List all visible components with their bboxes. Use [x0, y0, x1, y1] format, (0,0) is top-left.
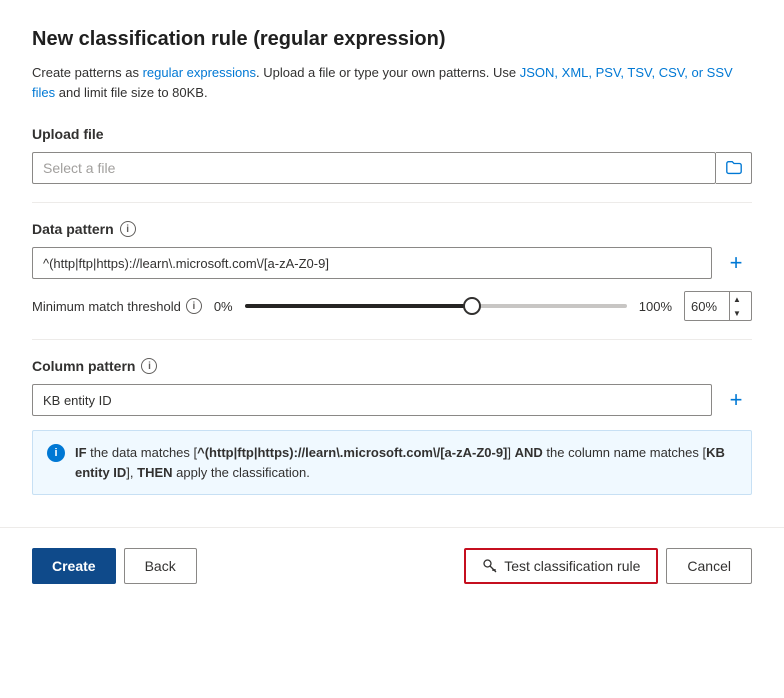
- browse-folder-button[interactable]: [716, 152, 752, 184]
- upload-file-row: [32, 152, 752, 184]
- threshold-arrows: ▲ ▼: [729, 292, 744, 320]
- add-data-pattern-button[interactable]: +: [720, 247, 752, 279]
- column-pattern-label: Column pattern i: [32, 358, 752, 374]
- test-classification-rule-button[interactable]: Test classification rule: [464, 548, 658, 584]
- column-pattern-info-icon[interactable]: i: [141, 358, 157, 374]
- threshold-slider-container: [245, 304, 627, 308]
- data-pattern-row: +: [32, 247, 752, 279]
- threshold-label: Minimum match threshold i: [32, 298, 202, 314]
- upload-file-input[interactable]: [32, 152, 716, 184]
- add-column-pattern-button[interactable]: +: [720, 384, 752, 416]
- footer: Create Back Test classification rule Can…: [0, 527, 784, 600]
- create-button[interactable]: Create: [32, 548, 116, 584]
- folder-icon: [725, 159, 743, 177]
- threshold-min: 0%: [214, 299, 233, 314]
- column-pattern-section: Column pattern i + i IF the data matches…: [32, 358, 752, 495]
- upload-file-label: Upload file: [32, 126, 752, 142]
- divider-2: [32, 339, 752, 340]
- page-title: New classification rule (regular express…: [32, 28, 752, 51]
- cancel-button[interactable]: Cancel: [666, 548, 752, 584]
- threshold-max: 100%: [639, 299, 672, 314]
- info-box: i IF the data matches [^(http|ftp|https)…: [32, 430, 752, 495]
- threshold-info-icon[interactable]: i: [186, 298, 202, 314]
- key-icon: [482, 558, 498, 574]
- test-button-label: Test classification rule: [504, 558, 640, 574]
- data-pattern-label: Data pattern i: [32, 221, 752, 237]
- column-pattern-input[interactable]: [32, 384, 712, 416]
- upload-file-section: Upload file: [32, 126, 752, 184]
- back-button[interactable]: Back: [124, 548, 197, 584]
- threshold-decrement-button[interactable]: ▼: [730, 306, 744, 320]
- data-pattern-input[interactable]: [32, 247, 712, 279]
- page-description: Create patterns as regular expressions. …: [32, 63, 752, 102]
- threshold-increment-button[interactable]: ▲: [730, 292, 744, 306]
- threshold-value-box: ▲ ▼: [684, 291, 752, 321]
- divider-1: [32, 202, 752, 203]
- info-box-icon: i: [47, 444, 65, 462]
- regular-expressions-link[interactable]: regular expressions: [143, 65, 256, 80]
- column-pattern-row: +: [32, 384, 752, 416]
- file-types-link[interactable]: JSON, XML, PSV, TSV, CSV, or SSV files: [32, 65, 733, 100]
- data-pattern-info-icon[interactable]: i: [120, 221, 136, 237]
- threshold-value-input[interactable]: [685, 292, 729, 320]
- data-pattern-section: Data pattern i + Minimum match threshold…: [32, 221, 752, 321]
- threshold-row: Minimum match threshold i 0% 100% ▲ ▼: [32, 291, 752, 321]
- info-box-text: IF the data matches [^(http|ftp|https):/…: [75, 443, 737, 482]
- threshold-slider[interactable]: [245, 304, 627, 308]
